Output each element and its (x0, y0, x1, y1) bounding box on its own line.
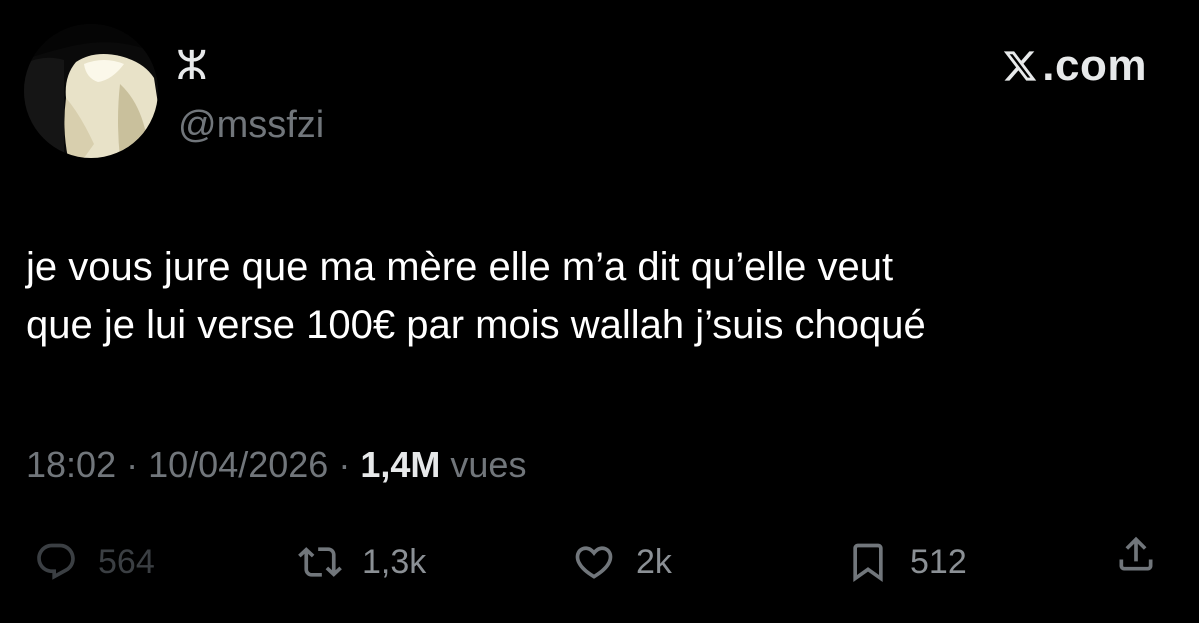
repost-button[interactable]: 1,3k (298, 532, 426, 592)
views-label: vues (450, 444, 527, 485)
share-button[interactable] (1114, 532, 1158, 576)
avatar-image (24, 24, 158, 158)
tweet-text: je vous jure que ma mère elle m’a dit qu… (26, 238, 1176, 354)
tweet-text-line: je vous jure que ma mère elle m’a dit qu… (26, 245, 894, 289)
display-name[interactable]: ⵣ (176, 42, 208, 90)
reply-button[interactable]: 564 (34, 532, 155, 592)
avatar[interactable] (24, 24, 158, 158)
user-handle[interactable]: @mssfzi (178, 102, 324, 148)
tweet-actions: 564 1,3k 2k 512 (0, 532, 1199, 592)
repost-icon (298, 540, 342, 584)
like-button[interactable]: 2k (572, 532, 672, 592)
views-count: 1,4M (360, 444, 441, 485)
brand-text: .com (1042, 41, 1147, 90)
repost-count: 1,3k (362, 543, 427, 581)
bookmark-count: 512 (910, 543, 967, 581)
heart-icon (572, 540, 616, 584)
x-logo-icon (1002, 48, 1038, 84)
share-icon (1114, 532, 1158, 576)
tweet-meta: 18:02 · 10/04/2026 · 1,4M vues (26, 442, 526, 488)
meta-separator: · (126, 444, 139, 485)
tweet-text-line: que je lui verse 100€ par mois wallah j’… (26, 303, 926, 347)
meta-separator: · (338, 444, 351, 485)
tweet-date[interactable]: 10/04/2026 (148, 444, 328, 485)
reply-icon (34, 540, 78, 584)
reply-count: 564 (98, 543, 155, 581)
bookmark-button[interactable]: 512 (846, 532, 967, 592)
tweet-time[interactable]: 18:02 (26, 444, 116, 485)
tweet-card: ⵣ @mssfzi .com je vous jure que ma mère … (0, 0, 1199, 623)
like-count: 2k (636, 543, 672, 581)
bookmark-icon (846, 540, 890, 584)
brand-watermark: .com (1002, 40, 1147, 92)
